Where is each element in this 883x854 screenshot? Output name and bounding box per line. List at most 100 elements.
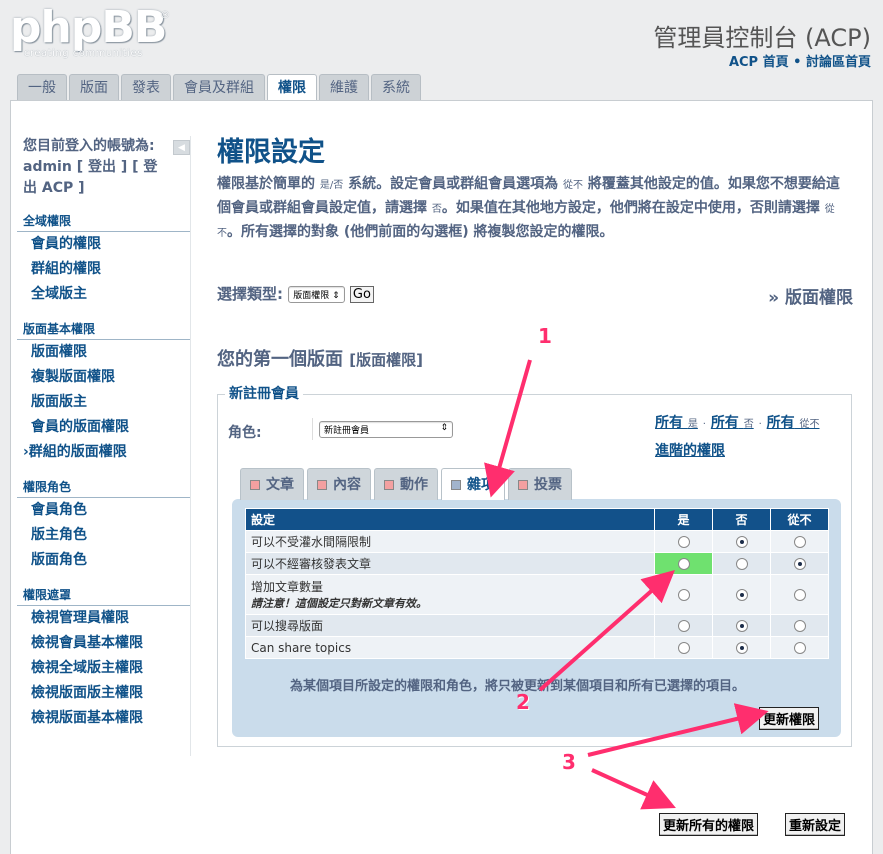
- perm-tab-actions[interactable]: 動作: [374, 468, 438, 500]
- sidebar-item-view-forum-mod-permissions[interactable]: 檢視版面版主權限: [17, 681, 190, 706]
- tab-general[interactable]: 一般: [17, 74, 67, 100]
- quick-dot: ·: [758, 419, 762, 430]
- radio-no[interactable]: [735, 620, 748, 632]
- quick-no: 否: [743, 419, 754, 430]
- menu-group-forum: 版面基本權限 版面權限 複製版面權限 版面版主 會員的版面權限 ›群組的版面權限: [17, 317, 190, 465]
- radio-never[interactable]: [793, 620, 806, 632]
- perm-tab-misc[interactable]: 雜項: [441, 468, 505, 500]
- tab-posting[interactable]: 發表: [121, 74, 171, 100]
- sidebar-item-group-permissions[interactable]: 群組的權限: [17, 257, 190, 282]
- desc-no: 否: [431, 204, 442, 215]
- cell-no: [712, 614, 771, 637]
- menu-group-global: 全域權限 會員的權限 群組的權限 全域版主: [17, 209, 190, 307]
- tab-users-groups[interactable]: 會員及群組: [173, 74, 265, 100]
- radio-never[interactable]: [793, 558, 806, 570]
- radio-never[interactable]: [793, 589, 806, 601]
- update-all-permissions-button[interactable]: 更新所有的權限: [659, 813, 759, 836]
- tab-permissions[interactable]: 權限: [267, 74, 317, 101]
- cell-yes: [654, 530, 713, 553]
- radio-yes[interactable]: [677, 642, 690, 654]
- forum-permissions-link[interactable]: » 版面權限: [768, 283, 853, 308]
- acp-home-link[interactable]: ACP 首頁: [729, 55, 789, 70]
- annotation-label-3: 3: [562, 750, 576, 774]
- sidebar-item-user-permissions[interactable]: 會員的權限: [17, 232, 190, 257]
- role-dropdown[interactable]: 新註冊會員 ⇕: [319, 421, 453, 438]
- perm-tab-label: 文章: [266, 477, 294, 493]
- sidebar-item-view-user-permissions[interactable]: 檢視會員基本權限: [17, 631, 190, 656]
- radio-no[interactable]: [735, 589, 748, 601]
- collapse-sidebar-icon[interactable]: ◀: [173, 140, 190, 155]
- radio-no[interactable]: [735, 642, 748, 654]
- main-content: 權限設定 權限基於簡單的 是/否 系統。設定會員或群組會員選項為 從不 將覆蓋其…: [217, 136, 853, 245]
- sidebar-item-view-forum-permissions[interactable]: 檢視版面基本權限: [17, 706, 190, 731]
- col-header-setting: 設定: [245, 508, 655, 531]
- forum-home-link[interactable]: 討論區首頁: [806, 55, 871, 70]
- set-all-no-link[interactable]: 所有 否: [711, 415, 754, 431]
- status-square-icon: [384, 480, 394, 490]
- select-type-dropdown[interactable]: 版面權限 ⇕: [288, 286, 345, 303]
- reset-button[interactable]: 重新設定: [785, 813, 846, 836]
- tab-system[interactable]: 系統: [371, 74, 421, 100]
- tab-forums[interactable]: 版面: [69, 74, 119, 100]
- set-all-never-link[interactable]: 所有 從不: [767, 415, 820, 431]
- cell-yes: [654, 574, 713, 615]
- status-square-icon: [317, 480, 327, 490]
- row-label: 可以不受灌水間隔限制: [245, 530, 655, 553]
- forum-heading: 您的第一個版面 [版面權限]: [217, 345, 423, 371]
- table-row: 可以搜尋版面: [245, 614, 829, 637]
- menu-head: 版面基本權限: [17, 317, 190, 340]
- row-label: Can share topics: [245, 636, 655, 659]
- sidebar-item-forum-permissions[interactable]: 版面權限: [17, 340, 190, 365]
- sidebar-item-view-global-mod-permissions[interactable]: 檢視全域版主權限: [17, 656, 190, 681]
- table-row: Can share topics: [245, 636, 829, 659]
- radio-yes[interactable]: [677, 589, 690, 601]
- permission-tabs: 文章 內容 動作 雜項 投票: [240, 468, 575, 500]
- perm-tab-content[interactable]: 內容: [307, 468, 371, 500]
- radio-never[interactable]: [793, 642, 806, 654]
- acp-title: 管理員控制台 (ACP): [653, 24, 871, 52]
- main-tabs: 一般 版面 發表 會員及群組 權限 維護 系統: [17, 74, 423, 101]
- row-label: 可以搜尋版面: [245, 614, 655, 637]
- sidebar-item-view-admin-permissions[interactable]: 檢視管理員權限: [17, 606, 190, 631]
- logo-tagline: creating communities: [24, 48, 143, 59]
- quick-set-links: 所有 是 · 所有 否 · 所有 從不: [655, 412, 820, 432]
- cell-no: [712, 530, 771, 553]
- tab-maintenance[interactable]: 維護: [319, 74, 369, 100]
- perm-tab-post[interactable]: 文章: [240, 468, 304, 500]
- sidebar-item-user-forum-permissions[interactable]: 會員的版面權限: [17, 415, 190, 440]
- advanced-permissions-link[interactable]: 進階的權限: [655, 440, 725, 460]
- cell-no: [712, 636, 771, 659]
- sidebar-item-user-roles[interactable]: 會員角色: [17, 498, 190, 523]
- radio-yes[interactable]: [677, 620, 690, 632]
- forum-heading-sub: [版面權限]: [349, 351, 423, 369]
- radio-yes[interactable]: [677, 558, 690, 570]
- radio-no[interactable]: [735, 536, 748, 548]
- quick-all: 所有: [655, 415, 683, 431]
- go-button[interactable]: Go: [349, 286, 374, 303]
- update-permissions-button[interactable]: 更新權限: [759, 707, 820, 730]
- sidebar-item-moderator-roles[interactable]: 版主角色: [17, 523, 190, 548]
- cell-never: [770, 614, 829, 637]
- desc-part: 。所有選擇的對象 (他們前面的勾選框) 將複製您設定的權限。: [227, 224, 614, 240]
- sidebar-item-global-moderators[interactable]: 全域版主: [17, 282, 190, 307]
- radio-never[interactable]: [793, 536, 806, 548]
- sidebar-item-group-forum-permissions[interactable]: ›群組的版面權限: [17, 440, 190, 465]
- perm-tab-label: 動作: [400, 477, 428, 493]
- phpbb-logo[interactable]: phpBB ® creating communities: [10, 2, 170, 64]
- sidebar-item-forum-moderators[interactable]: 版面版主: [17, 390, 190, 415]
- logout-link[interactable]: [ 登出 ]: [77, 159, 128, 175]
- select-type-label: 選擇類型:: [217, 285, 283, 303]
- dropdown-arrows-icon: ⇕: [440, 423, 448, 433]
- role-separator: [312, 418, 313, 440]
- annotation-label-1: 1: [538, 324, 552, 348]
- perm-tab-polls[interactable]: 投票: [508, 468, 572, 500]
- sidebar-item-forum-roles[interactable]: 版面角色: [17, 548, 190, 573]
- radio-no[interactable]: [735, 558, 748, 570]
- login-info: 您目前登入的帳號為: admin [ 登出 ] [ 登出 ACP ]: [17, 136, 167, 199]
- select-type-value: 版面權限: [293, 291, 330, 301]
- sidebar-item-copy-forum-permissions[interactable]: 複製版面權限: [17, 365, 190, 390]
- desc-yes-no: 是/否: [319, 180, 344, 191]
- radio-yes[interactable]: [677, 536, 690, 548]
- set-all-yes-link[interactable]: 所有 是: [655, 415, 698, 431]
- quick-dot: ·: [702, 419, 706, 430]
